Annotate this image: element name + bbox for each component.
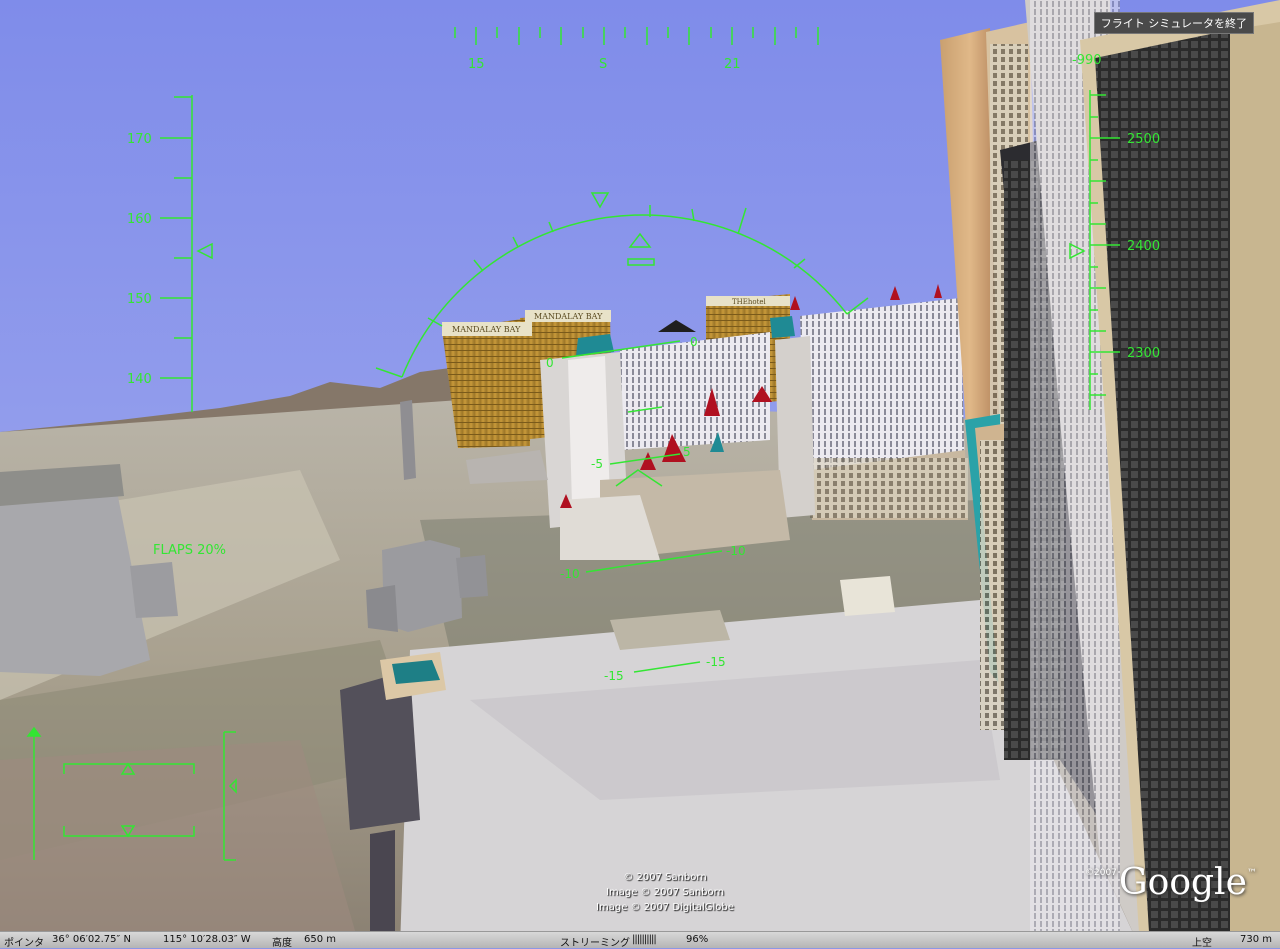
heading-label-s: S <box>599 57 607 72</box>
pitch-m10-left: -10 <box>560 567 580 581</box>
altitude-label-2300: 2300 <box>1127 346 1160 361</box>
streaming-progress-bars: |||||||||| <box>632 934 657 945</box>
pitch-0-left: 0 <box>546 356 554 370</box>
altitude-label-2500: 2500 <box>1127 132 1160 147</box>
heading-label-21: 21 <box>724 57 741 72</box>
pitch-m15-left: -15 <box>604 669 624 683</box>
vertical-speed-readout: -990 <box>1072 53 1102 68</box>
credit-line-2: Image © 2007 Sanborn <box>606 887 724 898</box>
altitude-label-2400: 2400 <box>1127 239 1160 254</box>
eye-altitude-value: 730 m <box>1240 934 1273 945</box>
logo-year: ©2007 <box>1085 868 1117 878</box>
streaming-percent: 96% <box>686 934 709 945</box>
heading-tape: 15 S 21 <box>454 27 819 72</box>
speed-label-160: 160 <box>127 212 152 227</box>
streaming-label: ストリーミング <box>560 938 630 949</box>
pitch-m10-right: -10 <box>726 544 746 558</box>
status-bar: ポインタ 36° 06′02.75″ N 115° 10′28.03″ W 高度… <box>0 931 1280 949</box>
pitch-0-right: 0 <box>690 335 698 349</box>
pitch-m5-right: 5 <box>683 445 691 459</box>
speed-label-150: 150 <box>127 292 152 307</box>
heading-label-15: 15 <box>468 57 485 72</box>
elevation-value: 650 m <box>304 934 337 945</box>
hud-overlay: 15 S 21 170 160 150 140 -990 2500 2400 2… <box>26 27 1160 861</box>
pitch-m15-right: -15 <box>706 655 726 669</box>
imagery-credits: © 2007 Sanborn Image © 2007 Sanborn Imag… <box>545 870 785 915</box>
exit-flight-simulator-button[interactable]: フライト シミュレータを終了 <box>1093 12 1254 34</box>
logo-tm: ™ <box>1246 868 1257 879</box>
pointer-longitude: 115° 10′28.03″ W <box>163 934 251 945</box>
altitude-tape: -990 2500 2400 2300 <box>1069 53 1160 410</box>
google-logo: ©2007Google™ <box>1085 862 1257 903</box>
pitch-ladder: 0 0 -5 5 -10 -10 -15 -15 <box>546 335 746 683</box>
logo-name: Google <box>1118 862 1247 903</box>
control-position-indicator <box>26 726 237 861</box>
flaps-indicator: FLAPS 20% <box>153 543 226 558</box>
eye-altitude-label: 上空 <box>1192 938 1212 949</box>
pointer-latitude: 36° 06′02.75″ N <box>52 934 131 945</box>
pitch-m5-left: -5 <box>591 457 603 471</box>
airspeed-tape: 170 160 150 140 <box>127 95 213 412</box>
credit-line-3: Image © 2007 DigitalGlobe <box>596 902 734 913</box>
elevation-label: 高度 <box>272 938 292 949</box>
speed-label-170: 170 <box>127 132 152 147</box>
speed-label-140: 140 <box>127 372 152 387</box>
pointer-label: ポインタ <box>4 938 44 949</box>
credit-line-1: © 2007 Sanborn <box>623 872 707 883</box>
